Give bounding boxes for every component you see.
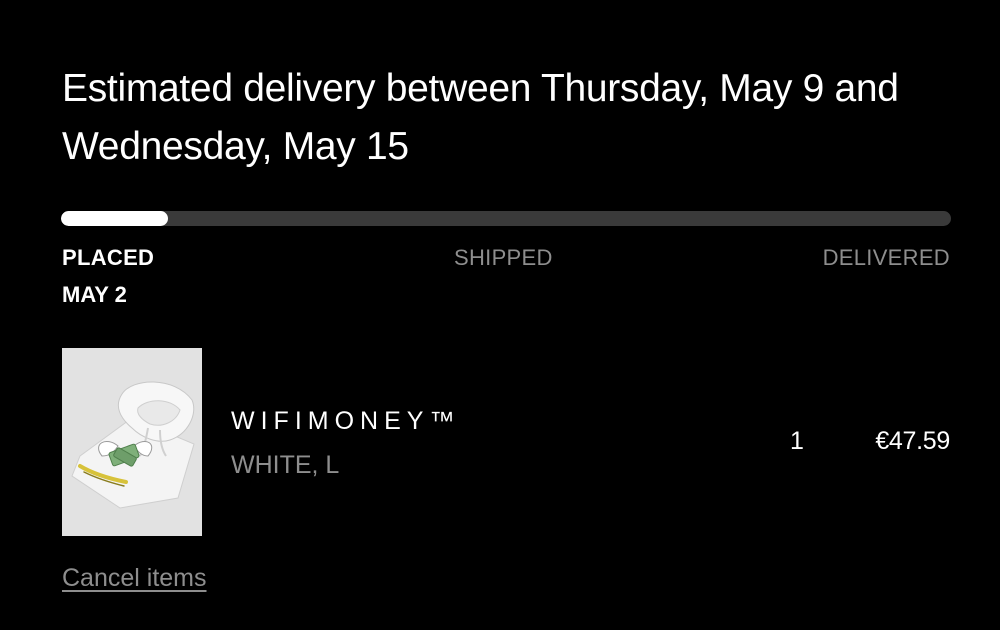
product-thumbnail[interactable] (62, 348, 202, 536)
product-variant: WHITE, L (231, 451, 340, 479)
hoodie-image-icon (62, 348, 202, 536)
product-name[interactable]: WIFIMONEY™ (231, 404, 460, 438)
estimated-delivery-heading: Estimated delivery between Thursday, May… (62, 67, 899, 168)
step-placed-date: MAY 2 (62, 282, 127, 307)
item-price: €47.59 (875, 427, 950, 455)
delivery-progress-bar (61, 211, 951, 226)
delivery-progress-fill (61, 211, 168, 226)
cancel-items-link[interactable]: Cancel items (62, 561, 207, 595)
step-placed-label: PLACED (62, 245, 155, 270)
step-shipped-label: SHIPPED (454, 245, 553, 270)
item-quantity: 1 (790, 427, 804, 455)
step-delivered-label: DELIVERED (822, 245, 950, 270)
